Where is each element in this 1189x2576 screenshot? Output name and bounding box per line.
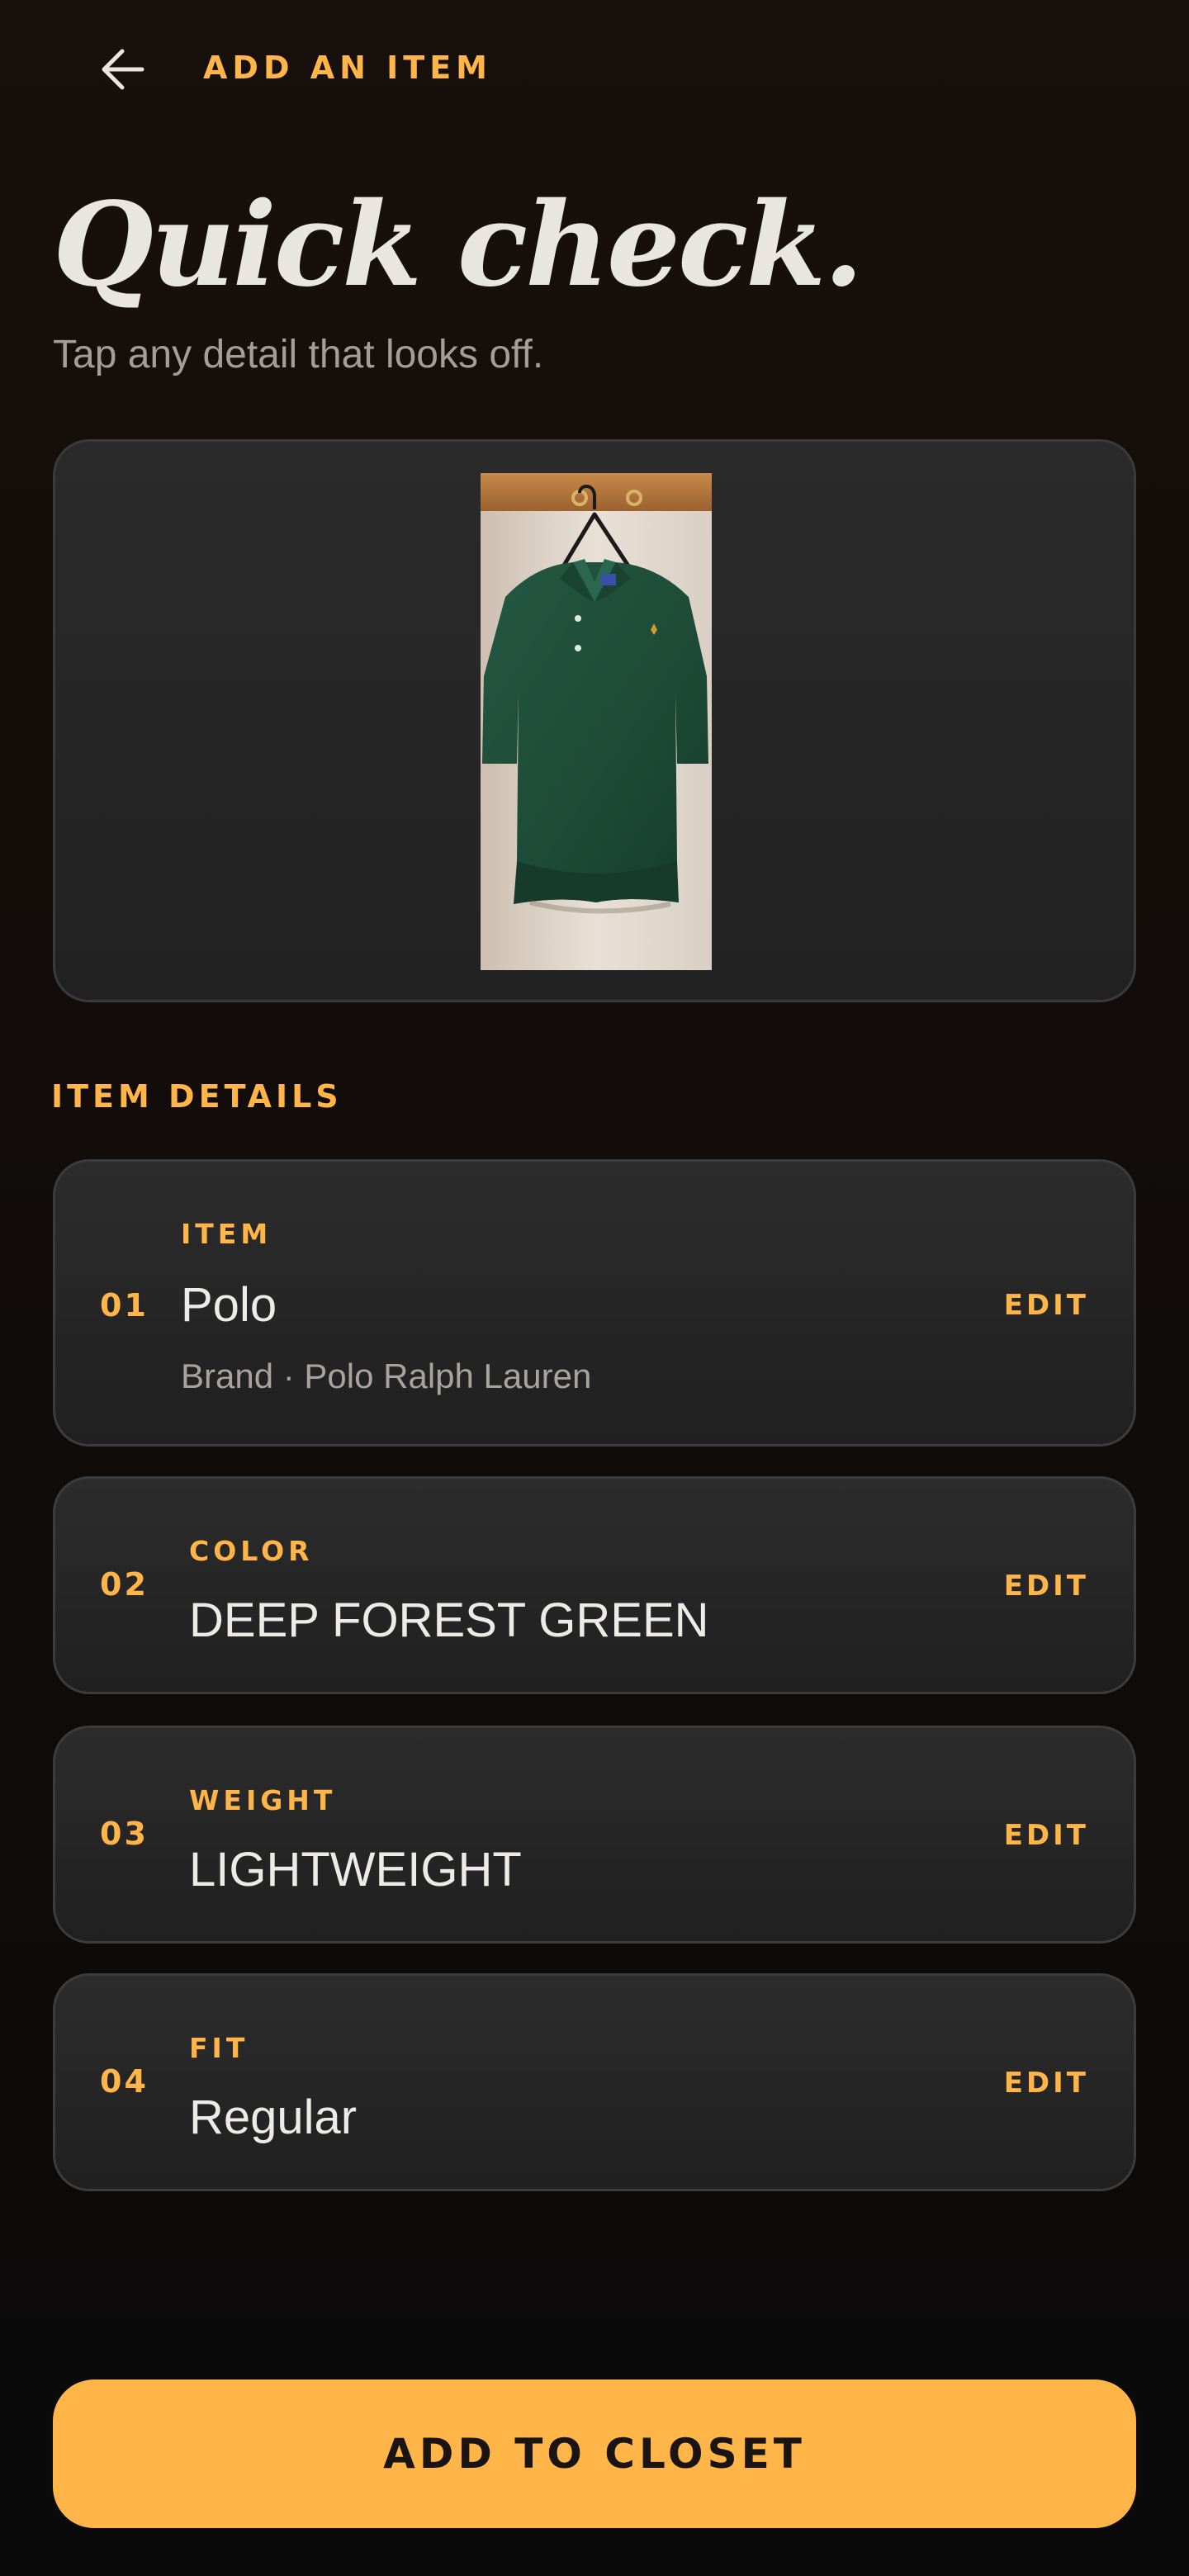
item-photo[interactable] (481, 473, 712, 970)
detail-card-color[interactable]: 02 COLOR DEEP FOREST GREEN EDIT (53, 1476, 1136, 1694)
card-value: DEEP FOREST GREEN (189, 1593, 709, 1647)
card-label: FIT (189, 2032, 249, 2064)
add-to-closet-label: ADD TO CLOSET (383, 2430, 806, 2478)
card-meta-brand: Brand · Polo Ralph Lauren (181, 1357, 592, 1395)
section-label-item-details: ITEM DETAILS (51, 1078, 343, 1115)
card-label: WEIGHT (189, 1784, 337, 1816)
page-subtitle: Tap any detail that looks off. (53, 333, 544, 376)
edit-weight-button[interactable]: EDIT (1004, 1819, 1089, 1852)
card-value: LIGHTWEIGHT (189, 1843, 522, 1896)
detail-card-fit[interactable]: 04 FIT Regular EDIT (53, 1973, 1136, 2191)
card-number: 03 (100, 1816, 149, 1852)
edit-item-button[interactable]: EDIT (1004, 1289, 1089, 1322)
edit-fit-button[interactable]: EDIT (1004, 2067, 1089, 2100)
header-title: ADD AN ITEM (203, 50, 492, 86)
card-label: ITEM (181, 1218, 272, 1250)
detail-card-weight[interactable]: 03 WEIGHT LIGHTWEIGHT EDIT (53, 1726, 1136, 1944)
top-bar: ADD AN ITEM (0, 0, 1189, 140)
add-to-closet-button[interactable]: ADD TO CLOSET (53, 2379, 1136, 2528)
detail-card-item[interactable]: 01 ITEM Polo Brand · Polo Ralph Lauren E… (53, 1159, 1136, 1447)
card-number: 04 (100, 2063, 149, 2100)
arrow-left-icon (102, 49, 144, 90)
card-number: 02 (100, 1566, 149, 1603)
back-button[interactable] (89, 40, 155, 99)
card-label: COLOR (189, 1535, 314, 1567)
card-value: Polo (181, 1278, 277, 1332)
polo-shirt-image (481, 473, 712, 970)
page-title: Quick check. (53, 178, 864, 313)
card-number: 01 (100, 1287, 149, 1324)
card-value: Regular (189, 2091, 358, 2144)
photo-card (53, 439, 1136, 1002)
edit-color-button[interactable]: EDIT (1004, 1570, 1089, 1603)
